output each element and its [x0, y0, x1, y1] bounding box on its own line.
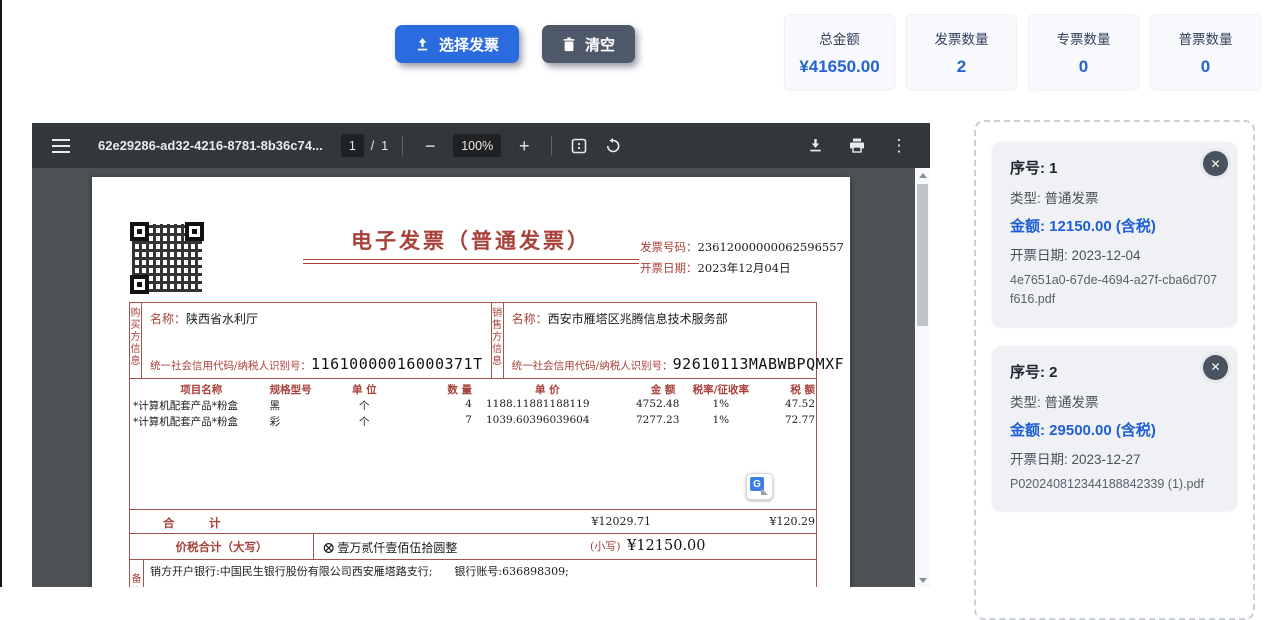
stat-value: 2: [907, 57, 1016, 77]
clear-label: 清空: [585, 34, 615, 55]
card-date: 开票日期: 2023-12-04: [1010, 244, 1219, 264]
toolbar-divider: [402, 136, 403, 156]
grand-total-amount: ¥12150.00: [627, 538, 705, 554]
items-section: 项目名称 规格型号 单 位 数 量 单 价 金 额 税率/征收率 税 额 *计算…: [130, 379, 816, 509]
pdf-content-area: 电子发票（普通发票） 发票号码：23612000000062596557 开票日…: [32, 168, 930, 587]
grand-total-row: 价税合计（大写） ⊗ 壹万贰仟壹佰伍拾圆整 (小写) ¥12150.00: [130, 533, 816, 559]
pdf-viewer: 62e29286-ad32-4216-8781-8b36c74... 1 / 1…: [32, 123, 930, 587]
page-number-input[interactable]: 1: [341, 134, 364, 157]
stat-label: 总金额: [785, 28, 894, 48]
seller-info: 名称：西安市雁塔区兆腾信息技术服务部 统一社会信用代码/纳税人识别号：92610…: [504, 303, 853, 378]
seller-name-label: 名称：: [512, 312, 548, 326]
total-tax: ¥120.29: [770, 515, 816, 528]
buyer-side-label: 购买方信息: [130, 303, 142, 378]
title-underline: [303, 259, 639, 264]
card-filename: 4e7651a0-67de-4694-a27f-cba6d707f616.pdf: [1010, 271, 1219, 310]
pdf-toolbar: 62e29286-ad32-4216-8781-8b36c74... 1 / 1…: [32, 123, 930, 168]
invoice-list-panel: ✕ 序号: 1 类型: 普通发票 金额: 12150.00 (含税) 开票日期:…: [974, 120, 1255, 620]
seller-taxid: 92610113MABWBPQMXF: [673, 355, 845, 373]
pdf-scrollbar[interactable]: [915, 168, 930, 587]
stat-invoice-count: 发票数量 2: [906, 14, 1017, 90]
rotate-icon[interactable]: [600, 133, 626, 159]
invoice-meta: 发票号码：23612000000062596557 开票日期：2023年12月0…: [640, 237, 844, 279]
translate-icon[interactable]: G: [746, 473, 773, 500]
stat-special-count: 专票数量 0: [1028, 14, 1139, 90]
card-date: 开票日期: 2023-12-27: [1010, 448, 1219, 468]
card-filename: P020240812344188842339 (1).pdf: [1010, 475, 1219, 494]
invoice-table: 购买方信息 名称：陕西省水利厅 统一社会信用代码/纳税人识别号：11610000…: [129, 302, 817, 587]
remove-invoice-icon[interactable]: ✕: [1203, 355, 1228, 380]
card-type: 类型: 普通发票: [1010, 391, 1219, 411]
buyer-name-label: 名称：: [150, 312, 186, 326]
stat-regular-count: 普票数量 0: [1150, 14, 1261, 90]
card-type: 类型: 普通发票: [1010, 187, 1219, 207]
stat-label: 发票数量: [907, 28, 1016, 48]
grand-total-words: 壹万贰仟壹佰伍拾圆整: [337, 539, 457, 556]
page-separator: /: [371, 139, 374, 153]
item-row: *计算机配套产品*粉盒 黑 个 4 1188.11881188119 4752.…: [130, 397, 816, 413]
card-amount: 金额: 29500.00 (含税): [1010, 419, 1219, 440]
scroll-down-arrow[interactable]: [915, 573, 930, 587]
toolbar-divider: [551, 136, 552, 156]
total-amount: ¥12029.71: [592, 515, 652, 528]
scroll-up-arrow[interactable]: [915, 168, 930, 182]
page-total: 1: [381, 139, 388, 153]
card-seq: 序号: 2: [1010, 361, 1219, 382]
remove-invoice-icon[interactable]: ✕: [1203, 151, 1228, 176]
invoice-card-1[interactable]: ✕ 序号: 1 类型: 普通发票 金额: 12150.00 (含税) 开票日期:…: [992, 142, 1237, 326]
item-row: *计算机配套产品*粉盒 彩 个 7 1039.60396039604 7277.…: [130, 413, 816, 429]
total-row: 合 计 ¥12029.71 ¥120.29: [130, 509, 816, 533]
menu-icon[interactable]: [48, 133, 74, 159]
print-icon[interactable]: [844, 133, 870, 159]
stats-cards: 总金额 ¥41650.00 发票数量 2 专票数量 0 普票数量 0: [784, 14, 1261, 90]
issue-date: 2023年12月04日: [698, 261, 791, 275]
remarks-side-label: 备注: [130, 560, 144, 587]
pdf-page: 电子发票（普通发票） 发票号码：23612000000062596557 开票日…: [92, 177, 850, 587]
grand-small-label: (小写): [590, 540, 621, 553]
items-header-row: 项目名称 规格型号 单 位 数 量 单 价 金 额 税率/征收率 税 额: [130, 379, 816, 397]
total-label: 合 计: [163, 515, 221, 531]
seller-side-label: 销售方信息: [492, 303, 504, 378]
remarks-section: 备注 销方开户银行:中国民生银行股份有限公司西安雁塔路支行; 银行账号:6368…: [130, 559, 816, 587]
fit-page-icon[interactable]: [566, 133, 592, 159]
card-seq: 序号: 1: [1010, 157, 1219, 178]
circle-cross-mark: ⊗: [322, 538, 335, 557]
zoom-level: 100%: [453, 134, 501, 157]
more-options-icon[interactable]: ⋮: [886, 133, 912, 159]
stat-value: ¥41650.00: [785, 57, 894, 77]
stat-label: 普票数量: [1151, 28, 1260, 48]
invoice-card-2[interactable]: ✕ 序号: 2 类型: 普通发票 金额: 29500.00 (含税) 开票日期:…: [992, 346, 1237, 510]
pdf-filename: 62e29286-ad32-4216-8781-8b36c74...: [98, 138, 323, 153]
zoom-in-icon[interactable]: +: [511, 133, 537, 159]
bank-info: 销方开户银行:中国民生银行股份有限公司西安雁塔路支行; 银行账号:6368983…: [144, 560, 816, 587]
buyer-name: 陕西省水利厅: [186, 312, 258, 326]
card-amount: 金额: 12150.00 (含税): [1010, 215, 1219, 236]
invoice-no: 23612000000062596557: [698, 240, 844, 254]
stat-total-amount: 总金额 ¥41650.00: [784, 14, 895, 90]
grand-total-label: 价税合计（大写）: [130, 534, 314, 559]
trash-icon: [562, 37, 576, 52]
stat-value: 0: [1029, 57, 1138, 77]
seller-taxid-label: 统一社会信用代码/纳税人识别号：: [512, 360, 673, 372]
seller-name: 西安市雁塔区兆腾信息技术服务部: [548, 312, 728, 326]
select-invoice-button[interactable]: 选择发票: [395, 25, 519, 63]
scrollbar-thumb[interactable]: [917, 184, 928, 326]
clear-button[interactable]: 清空: [542, 25, 635, 63]
upload-icon: [415, 37, 430, 52]
select-invoice-label: 选择发票: [439, 34, 499, 55]
issue-date-label: 开票日期：: [640, 261, 698, 275]
zoom-out-icon[interactable]: −: [417, 133, 443, 159]
buyer-taxid: 11610000016000371T: [311, 355, 483, 373]
stat-value: 0: [1151, 57, 1260, 77]
stat-label: 专票数量: [1029, 28, 1138, 48]
invoice-document: 电子发票（普通发票） 发票号码：23612000000062596557 开票日…: [92, 177, 850, 587]
invoice-no-label: 发票号码：: [640, 240, 698, 254]
buyer-taxid-label: 统一社会信用代码/纳税人识别号：: [150, 360, 311, 372]
invoice-title: 电子发票（普通发票）: [345, 225, 597, 255]
buyer-info: 名称：陕西省水利厅 统一社会信用代码/纳税人识别号：11610000016000…: [142, 303, 492, 378]
download-icon[interactable]: [802, 133, 828, 159]
